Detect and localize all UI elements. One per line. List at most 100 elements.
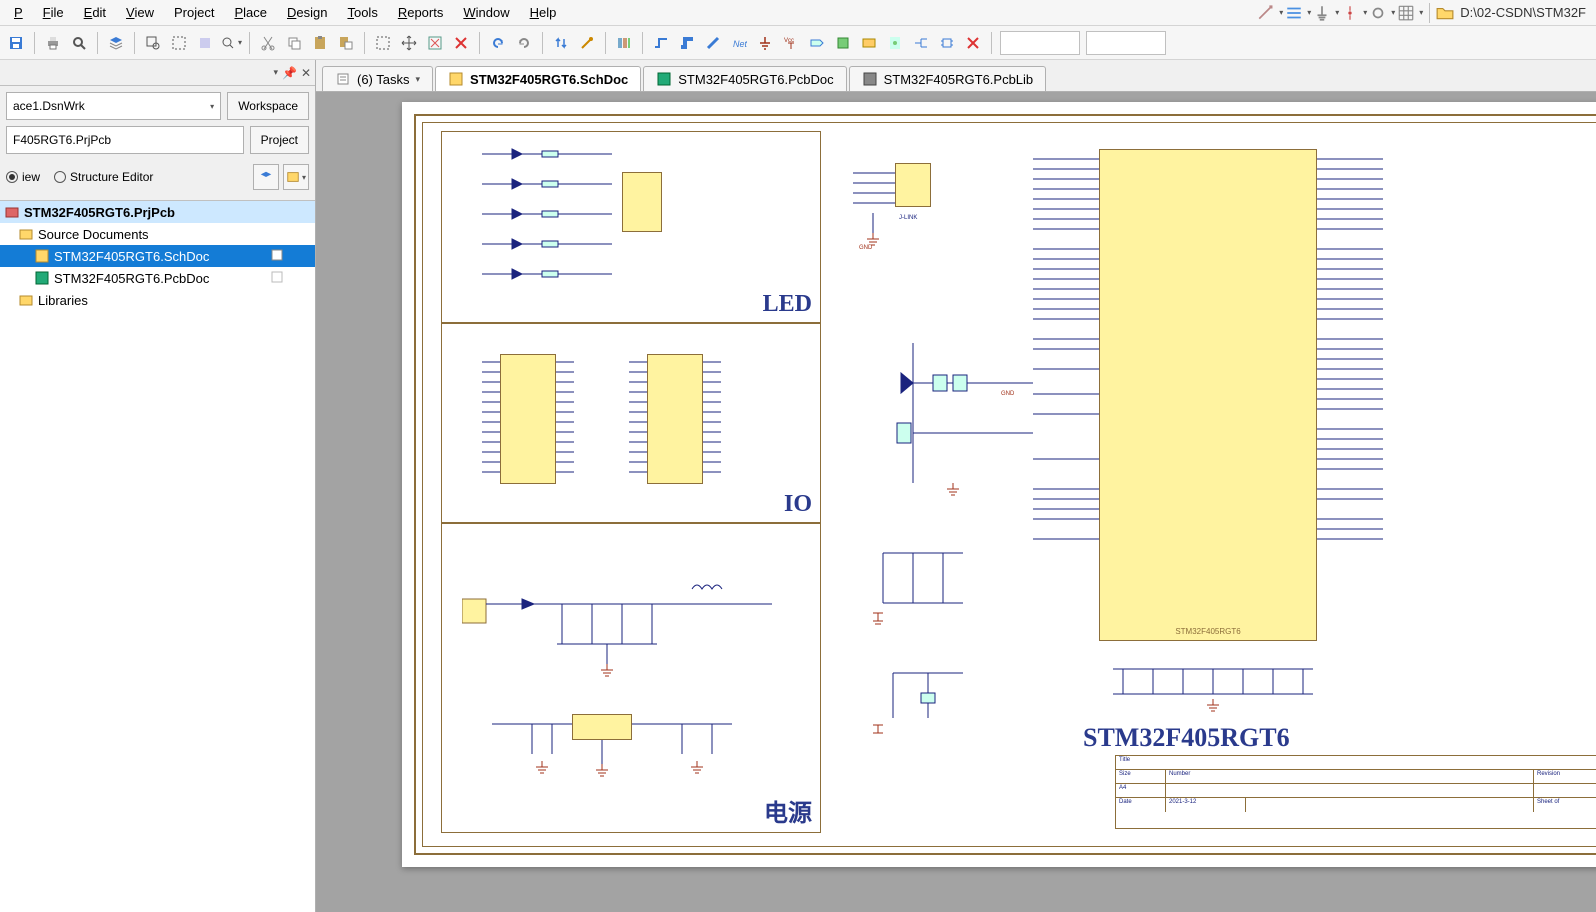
menu-view[interactable]: View xyxy=(116,1,164,24)
menu-window[interactable]: Window xyxy=(453,1,519,24)
device-sheet-icon[interactable] xyxy=(883,31,907,55)
menu-place[interactable]: Place xyxy=(224,1,277,24)
gnd-net-label: GND xyxy=(1001,391,1014,397)
lib-tab-icon xyxy=(862,71,878,87)
grid-icon[interactable] xyxy=(1397,4,1415,22)
save-icon[interactable] xyxy=(4,31,28,55)
block-power-label: 电源 xyxy=(764,793,812,828)
libraries-icon xyxy=(18,292,34,308)
paste-special-icon[interactable] xyxy=(334,31,358,55)
cross-probe-icon[interactable] xyxy=(575,31,599,55)
tree-item-label: STM32F405RGT6.SchDoc xyxy=(54,249,209,264)
paste-icon[interactable] xyxy=(308,31,332,55)
zoom-area-icon[interactable] xyxy=(141,31,165,55)
port-icon[interactable] xyxy=(805,31,829,55)
copy-icon[interactable] xyxy=(282,31,306,55)
toolbar-combo-2[interactable] xyxy=(1086,31,1166,55)
block-led: LED xyxy=(441,131,821,323)
undo-icon[interactable] xyxy=(486,31,510,55)
close-icon[interactable]: ✕ xyxy=(301,66,311,80)
tab-pcbdoc[interactable]: STM32F405RGT6.PcbDoc xyxy=(643,66,846,91)
layers-icon[interactable] xyxy=(104,31,128,55)
part-icon[interactable] xyxy=(935,31,959,55)
mcu-chip: STM32F405RGT6 xyxy=(1099,149,1317,641)
panel-header: ▾ 📌 ✕ xyxy=(0,60,315,86)
toolbar-combo-1[interactable] xyxy=(1000,31,1080,55)
schematic-sheet: LED xyxy=(402,102,1596,867)
tree-item-label: STM32F405RGT6.PcbDoc xyxy=(54,271,209,286)
tree-item-schdoc[interactable]: STM32F405RGT6.SchDoc xyxy=(0,245,315,267)
tree-group-libraries[interactable]: Libraries xyxy=(0,289,315,311)
block-io-label: IO xyxy=(784,491,812,518)
project-tree[interactable]: STM32F405RGT6.PrjPcb Source Documents ST… xyxy=(0,200,315,912)
tab-schdoc[interactable]: STM32F405RGT6.SchDoc xyxy=(435,66,641,91)
project-button[interactable]: Project xyxy=(250,126,309,154)
doc-closed-icon xyxy=(271,271,285,285)
gnd-label: GND xyxy=(859,245,872,251)
right-tool-2[interactable] xyxy=(1285,4,1303,22)
menu-help[interactable]: Help xyxy=(520,1,567,24)
block-led-label: LED xyxy=(763,291,812,318)
workspace-combo[interactable]: ace1.DsnWrk ▾ xyxy=(6,92,221,120)
tree-root[interactable]: STM32F405RGT6.PrjPcb xyxy=(0,201,315,223)
led-header xyxy=(622,172,662,232)
tree-item-pcbdoc[interactable]: STM32F405RGT6.PcbDoc xyxy=(0,267,315,289)
right-tool-1[interactable] xyxy=(1257,4,1275,22)
tree-group-label: Source Documents xyxy=(38,227,149,242)
library-icon[interactable] xyxy=(612,31,636,55)
select-rect-icon[interactable] xyxy=(371,31,395,55)
right-tool-5[interactable] xyxy=(1369,4,1387,22)
clear-icon[interactable] xyxy=(449,31,473,55)
deselect-icon[interactable] xyxy=(423,31,447,55)
wire-icon[interactable] xyxy=(649,31,673,55)
zoom-fit-icon[interactable] xyxy=(167,31,191,55)
sheet-symbol-icon[interactable] xyxy=(831,31,855,55)
svg-text:Net: Net xyxy=(733,39,747,49)
panel-options-icon[interactable]: ▾ xyxy=(273,67,278,78)
tree-libraries-label: Libraries xyxy=(38,293,88,308)
zoom-sel-icon[interactable] xyxy=(193,31,217,55)
menu-design[interactable]: Design xyxy=(277,1,337,24)
move-icon[interactable] xyxy=(397,31,421,55)
right-tool-4[interactable] xyxy=(1341,4,1359,22)
sch-tab-icon xyxy=(448,71,464,87)
print-icon[interactable] xyxy=(41,31,65,55)
vcc-icon[interactable]: Vcc xyxy=(779,31,803,55)
menu-project[interactable]: Project xyxy=(164,1,224,24)
schematic-canvas[interactable]: LED xyxy=(316,92,1596,912)
netlabel-icon[interactable]: Net xyxy=(727,31,751,55)
tree-group-source[interactable]: Source Documents xyxy=(0,223,315,245)
menubar-right-tools: ▾ ▾ ▾ ▾ ▾ ▾ D:\02-CSDN\STM32F xyxy=(1257,3,1592,23)
hierarchy-up-icon[interactable] xyxy=(549,31,573,55)
menu-tools[interactable]: Tools xyxy=(337,1,387,24)
tab-tasks[interactable]: (6) Tasks ▾ xyxy=(322,66,433,91)
menu-dxp[interactable]: P xyxy=(4,1,33,24)
mcu-part-label: STM32F405RGT6 xyxy=(1175,627,1240,636)
project-combo[interactable]: F405RGT6.PrjPcb xyxy=(6,126,244,154)
noerc-icon[interactable] xyxy=(961,31,985,55)
preview-icon[interactable] xyxy=(67,31,91,55)
tab-pcblib[interactable]: STM32F405RGT6.PcbLib xyxy=(849,66,1047,91)
radio-file-view[interactable]: iew xyxy=(6,170,40,184)
bus-entry-icon[interactable] xyxy=(701,31,725,55)
workspace: (6) Tasks ▾ STM32F405RGT6.SchDoc STM32F4… xyxy=(316,60,1596,912)
menu-reports[interactable]: Reports xyxy=(388,1,454,24)
bus-icon[interactable] xyxy=(675,31,699,55)
block-power: 电源 xyxy=(441,523,821,833)
panel-btn-2[interactable]: ▾ xyxy=(283,164,309,190)
harness-icon[interactable] xyxy=(909,31,933,55)
panel-btn-1[interactable] xyxy=(253,164,279,190)
folder-open-icon[interactable] xyxy=(1436,4,1454,22)
pin-icon[interactable]: 📌 xyxy=(282,66,297,80)
menu-edit[interactable]: Edit xyxy=(74,1,116,24)
redo-icon[interactable] xyxy=(512,31,536,55)
cut-icon[interactable] xyxy=(256,31,280,55)
workspace-button[interactable]: Workspace xyxy=(227,92,309,120)
radio-structure-editor[interactable]: Structure Editor xyxy=(54,170,153,184)
right-tool-3[interactable] xyxy=(1313,4,1331,22)
menu-file[interactable]: File xyxy=(33,1,74,24)
zoom-dropdown-icon[interactable]: ▾ xyxy=(219,31,243,55)
gnd-icon[interactable] xyxy=(753,31,777,55)
main-toolbar: ▾ Net Vcc xyxy=(0,26,1596,60)
sheet-entry-icon[interactable] xyxy=(857,31,881,55)
